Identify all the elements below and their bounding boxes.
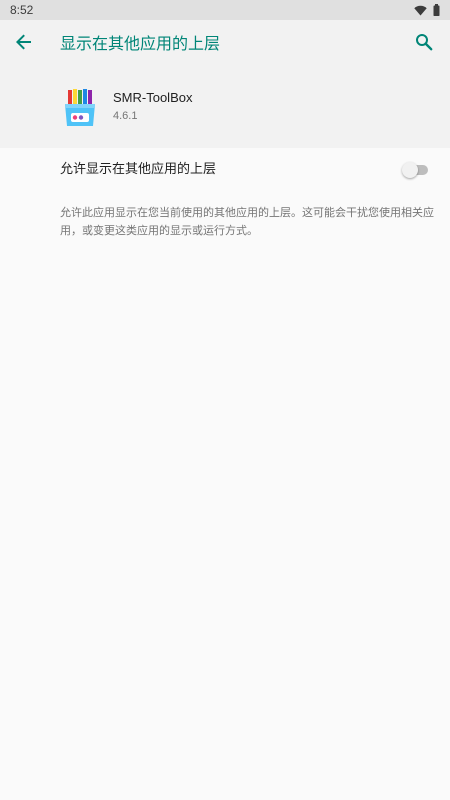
switch-thumb (402, 162, 418, 178)
app-version: 4.6.1 (113, 110, 138, 122)
wifi-icon (414, 1, 427, 20)
app-header: SMR-ToolBox 4.6.1 (0, 68, 450, 148)
search-icon (415, 33, 433, 55)
permission-summary: 允许此应用显示在您当前使用的其他应用的上层。这可能会干扰您使用相关应用，或变更这… (60, 206, 434, 237)
permission-label: 允许显示在其他应用的上层 (60, 162, 217, 177)
status-icons (414, 1, 440, 20)
back-button[interactable] (6, 26, 42, 62)
arrow-back-icon (15, 33, 33, 55)
status-bar: 8:52 (0, 0, 450, 20)
permission-toggle-row[interactable]: 允许显示在其他应用的上层 (0, 148, 450, 192)
app-name: SMR-ToolBox (113, 90, 193, 105)
app-bar: 显示在其他应用的上层 (0, 20, 450, 68)
page-title: 显示在其他应用的上层 (60, 34, 221, 53)
app-icon (62, 88, 98, 128)
search-button[interactable] (406, 26, 442, 62)
permission-switch[interactable] (402, 162, 428, 178)
battery-icon (433, 1, 440, 20)
status-time: 8:52 (10, 3, 34, 17)
